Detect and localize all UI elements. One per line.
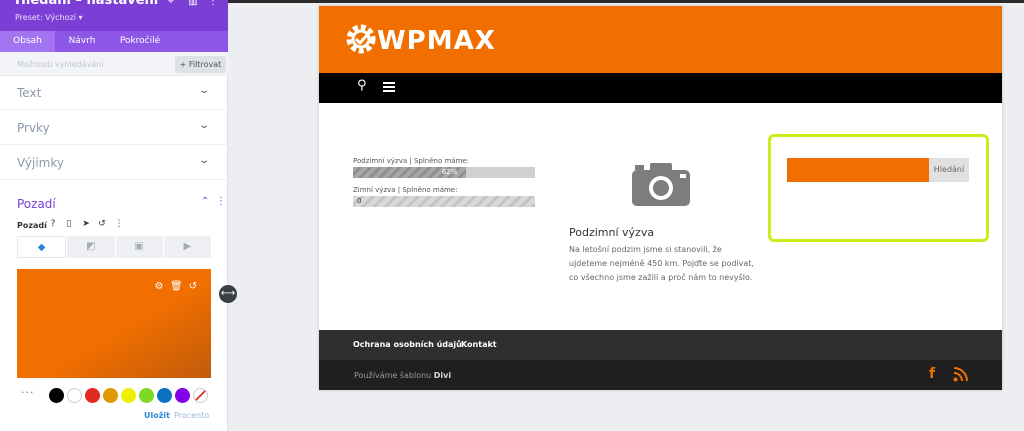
background-type-tabs: ◆ ◩ ▣ ▶ (17, 236, 211, 258)
settings-panel: Hledání – nastavení Preset: Výchozí ▾ ⌖ … (0, 0, 228, 431)
color-swatch[interactable] (103, 388, 118, 403)
search-input[interactable] (787, 158, 929, 182)
focus-icon[interactable]: ⌖ (165, 0, 177, 8)
menu-icon[interactable] (383, 82, 395, 92)
color-tab-icon[interactable]: ◆ (17, 236, 67, 258)
card-body: Na letošní podzim jsme si stanovili, že … (569, 245, 754, 282)
panel-tabs: Obsah Návrh Pokročilé (0, 31, 228, 52)
logo-text: WPMAX (377, 26, 496, 56)
background-color-preview[interactable]: ⚙ 🗑 ↺ (17, 269, 211, 378)
columns-icon[interactable]: ▥ (187, 0, 199, 8)
search-icon[interactable]: ⚲ (357, 78, 367, 93)
tab-design[interactable]: Návrh (58, 31, 106, 52)
tab-content[interactable]: Obsah (0, 31, 55, 52)
tab-advanced[interactable]: Pokročilé (112, 31, 168, 52)
filter-button[interactable]: + Filtrovat (175, 56, 226, 73)
chevron-up-icon[interactable]: ⌃ (201, 196, 209, 207)
camera-icon (632, 163, 690, 206)
chevron-down-icon: ⌄ (198, 85, 211, 96)
color-swatches: ··· (17, 386, 211, 404)
search-module-selected[interactable]: Hledání (768, 134, 989, 242)
gradient-tab-icon[interactable]: ◩ (67, 236, 115, 258)
footer-link-contact[interactable]: Kontakt (461, 340, 497, 349)
option-search-row: Možnosti vyhledávání + Filtrovat (0, 52, 228, 76)
section-background-title[interactable]: Pozadí (17, 197, 56, 211)
more-icon[interactable]: ⋮ (207, 0, 219, 8)
credit-brand[interactable]: Divi (434, 371, 451, 380)
hover-cursor-icon[interactable]: ➤ (80, 219, 92, 229)
section-text-label: Text (17, 86, 42, 100)
progress-label-winter: Zimní výzva | Splněno máme: (353, 186, 458, 194)
color-swatch[interactable] (67, 388, 82, 403)
save-button[interactable]: Uložit (144, 411, 170, 420)
section-text[interactable]: Text ⌄ (0, 76, 228, 110)
color-swatch[interactable] (157, 388, 172, 403)
section-menu-icon[interactable]: ⋮ (216, 196, 226, 207)
trash-icon[interactable]: 🗑 (170, 281, 183, 292)
chevron-down-icon: ⌄ (198, 120, 211, 131)
undo-icon[interactable]: ↺ (96, 219, 108, 229)
color-swatch[interactable] (139, 388, 154, 403)
section-elements[interactable]: Prvky ⌄ (0, 111, 228, 145)
progress-label-autumn: Podzimní výzva | Splněno máme: (353, 157, 470, 165)
no-color-swatch[interactable] (193, 388, 208, 403)
reset-icon[interactable]: ↺ (187, 281, 199, 292)
site-header: WPMAX (319, 6, 1002, 73)
site-preview: WPMAX ⚲ Podzimní výzva | Splněno máme: 6… (319, 6, 1002, 390)
footer-menu: Ochrana osobních údajů Kontakt (319, 330, 1002, 360)
progress-percent-autumn: 62% (441, 168, 458, 176)
top-toolbar-strip (228, 0, 1024, 3)
footer-credit: Používáme šablonu Divi (354, 371, 451, 380)
mobile-icon[interactable]: ▯ (63, 219, 75, 229)
chevron-down-icon: ⌄ (198, 155, 211, 166)
gear-icon[interactable]: ⚙ (153, 281, 165, 292)
card-title: Podzimní výzva (569, 226, 655, 239)
facebook-icon[interactable]: f (929, 366, 935, 382)
image-tab-icon[interactable]: ▣ (115, 236, 163, 258)
footer-bottom: Používáme šablonu Divi f (319, 360, 1002, 390)
video-tab-icon[interactable]: ▶ (163, 236, 211, 258)
more-options-icon[interactable]: ⋮ (113, 219, 125, 229)
footer-link-privacy[interactable]: Ochrana osobních údajů (353, 340, 462, 349)
background-label: Pozadí (17, 221, 47, 230)
help-icon[interactable]: ? (47, 219, 59, 229)
progress-bar-autumn: 62% (353, 167, 535, 178)
credit-prefix: Používáme šablonu (354, 371, 434, 380)
resize-handle-icon[interactable]: ⟷ (219, 285, 237, 303)
rss-icon[interactable] (953, 367, 968, 382)
preset-selector[interactable]: Preset: Výchozí ▾ (15, 13, 83, 22)
color-swatch[interactable] (121, 388, 136, 403)
more-colors-icon[interactable]: ··· (21, 386, 35, 399)
color-swatch[interactable] (175, 388, 190, 403)
color-swatch[interactable] (49, 388, 64, 403)
percent-button[interactable]: Procento (174, 411, 209, 420)
panel-title: Hledání – nastavení (15, 0, 159, 8)
site-nav: ⚲ (319, 73, 1002, 103)
progress-percent-winter: 0 (357, 197, 362, 205)
section-elements-label: Prvky (17, 121, 50, 135)
section-exceptions[interactable]: Výjimky ⌄ (0, 146, 228, 180)
progress-bar-winter: 0 (353, 196, 535, 207)
panel-header: Hledání – nastavení Preset: Výchozí ▾ ⌖ … (0, 0, 228, 31)
section-exceptions-label: Výjimky (17, 156, 64, 170)
option-search-input[interactable]: Možnosti vyhledávání (17, 60, 104, 69)
color-swatch[interactable] (85, 388, 100, 403)
search-button[interactable]: Hledání (929, 158, 969, 182)
